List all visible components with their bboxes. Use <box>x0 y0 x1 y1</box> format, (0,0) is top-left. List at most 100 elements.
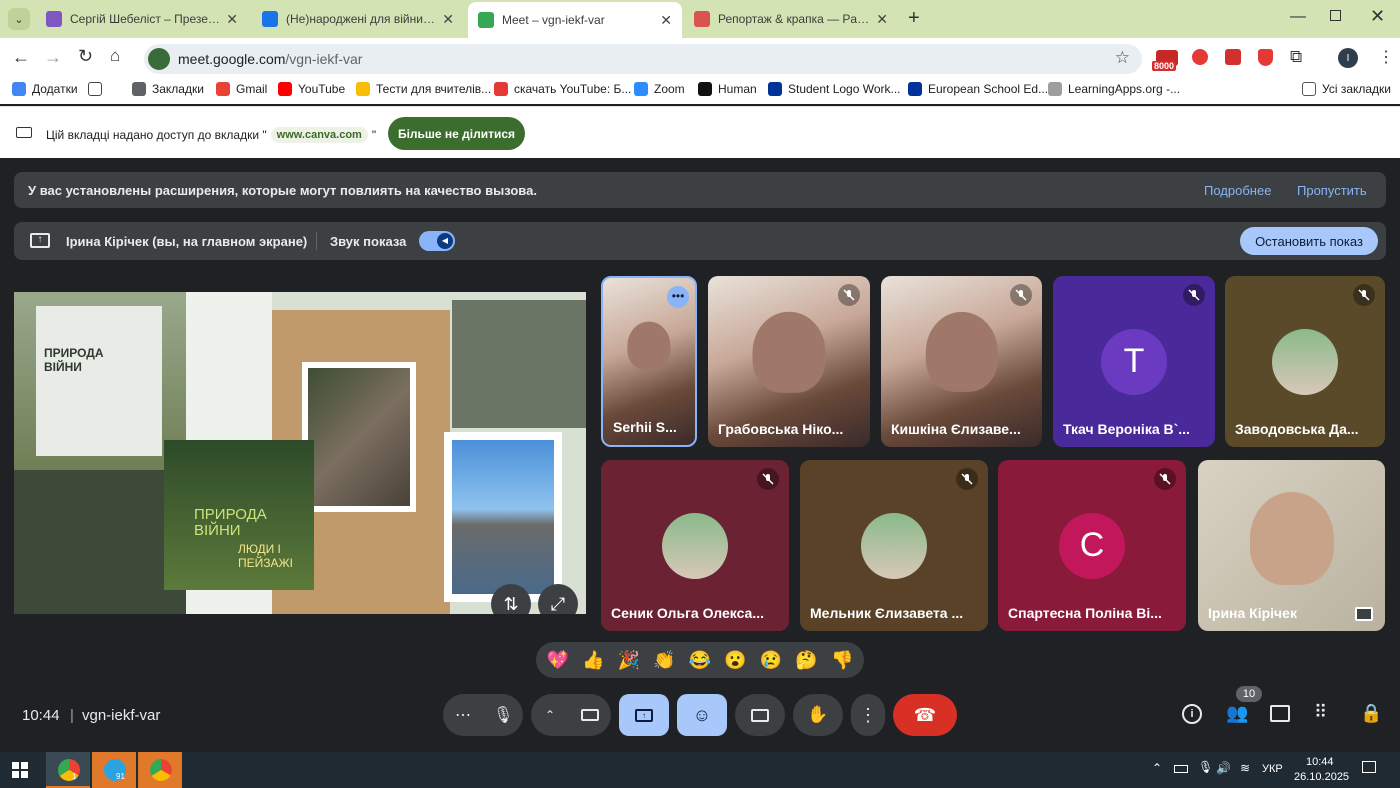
home-icon[interactable]: ⌂ <box>110 46 120 66</box>
participant-tile[interactable]: T Ткач Вероніка В`... <box>1053 276 1215 447</box>
browser-menu-icon[interactable]: ⋮ <box>1378 47 1394 67</box>
address-bar[interactable]: meet.google.com/vgn-iekf-var ☆ <box>144 44 1142 74</box>
adblock-icon[interactable] <box>1192 49 1208 65</box>
taskbar-telegram[interactable]: 91 <box>92 752 136 788</box>
volume-icon[interactable]: 🔊 <box>1216 761 1231 775</box>
bookmark-item[interactable]: Тести для вчителів... <box>356 82 491 96</box>
bookmark-item[interactable]: LearningApps.org -... <box>1048 82 1180 96</box>
bookmark-star-icon[interactable]: ☆ <box>1115 48 1130 68</box>
chat-icon[interactable] <box>1270 705 1290 722</box>
participant-tile[interactable]: Serhii S... ••• <box>601 276 697 447</box>
reaction-emoji[interactable]: 💖 <box>547 650 569 671</box>
bookmark-item[interactable]: скачать YouTube: Б... <box>494 82 631 96</box>
wifi-icon[interactable]: ≋ <box>1240 761 1250 775</box>
bookmark-item[interactable]: Human <box>698 82 757 96</box>
bookmark-favicon-icon <box>278 82 292 96</box>
tab-close-icon[interactable]: ✕ <box>226 11 238 28</box>
participant-tile[interactable]: C Спартесна Поліна Ві... <box>998 460 1186 631</box>
fullscreen-button[interactable]: ⤢ <box>538 584 578 614</box>
raise-hand-button[interactable]: ✋ <box>793 694 843 736</box>
sound-toggle[interactable]: ◀ <box>419 231 455 251</box>
more-options-button[interactable]: ⋮ <box>851 694 885 736</box>
reaction-emoji[interactable]: 🎉 <box>618 650 640 671</box>
tab-2[interactable]: (Не)народжені для війни: у По ✕ <box>252 4 464 34</box>
bookmark-favicon-icon <box>768 82 782 96</box>
clock-date[interactable]: 26.10.2025 <box>1294 771 1349 783</box>
captions-button[interactable] <box>735 694 785 736</box>
clock-time[interactable]: 10:44 <box>1306 756 1334 768</box>
present-button[interactable]: ↑ <box>619 694 669 736</box>
tab-search-button[interactable]: ⌄ <box>8 8 30 30</box>
bookmark-item[interactable]: European School Ed... <box>908 82 1048 96</box>
participant-tile[interactable]: Мельник Єлизавета ... <box>800 460 988 631</box>
telegram-badge: 91 <box>116 772 125 781</box>
people-count-badge: 10 <box>1236 686 1262 702</box>
meet-camera-icon[interactable] <box>148 48 170 70</box>
stop-sharing-button[interactable]: Більше не ділитися <box>388 117 525 150</box>
video-options-icon[interactable]: ⌃ <box>545 708 555 722</box>
leave-call-button[interactable]: ☎ <box>893 694 957 736</box>
language-indicator[interactable]: УКР <box>1262 763 1283 775</box>
stop-presenting-button[interactable]: Остановить показ <box>1240 227 1378 255</box>
apps-grid-icon[interactable] <box>88 82 108 96</box>
bookmark-favicon-icon <box>908 82 922 96</box>
battery-icon[interactable] <box>1174 765 1188 773</box>
reaction-emoji[interactable]: 😂 <box>689 650 711 671</box>
dismiss-link[interactable]: Пропустить <box>1297 183 1367 198</box>
profile-avatar[interactable]: I <box>1338 48 1358 68</box>
reaction-emoji[interactable]: 👍 <box>582 650 604 671</box>
reaction-emoji[interactable]: 😮 <box>724 650 746 671</box>
more-options-icon[interactable]: ••• <box>667 286 689 308</box>
tab-4[interactable]: Репортаж & крапка — Page 4 ✕ <box>684 4 898 34</box>
activities-icon[interactable]: ⠿ <box>1314 702 1327 723</box>
bookmark-item[interactable]: Закладки <box>132 82 204 96</box>
bookmark-item[interactable]: Student Logo Work... <box>768 82 901 96</box>
minimize-button[interactable]: — <box>1290 8 1306 26</box>
reaction-emoji[interactable]: 👏 <box>653 650 675 671</box>
reaction-emoji[interactable]: 😢 <box>760 650 782 671</box>
all-bookmarks[interactable]: Усі закладки <box>1302 82 1391 96</box>
bookmark-item[interactable]: Додатки <box>12 82 78 96</box>
learn-more-link[interactable]: Подробнее <box>1204 183 1271 198</box>
participant-tile[interactable]: Сеник Ольга Олекса... <box>601 460 789 631</box>
taskbar-chrome-2[interactable] <box>138 752 182 788</box>
host-controls-icon[interactable]: 🔒 <box>1360 703 1382 724</box>
back-button[interactable]: ← <box>12 47 30 68</box>
tab-close-icon[interactable]: ✕ <box>876 11 888 28</box>
people-icon[interactable]: 👥 <box>1226 703 1248 724</box>
mic-icon[interactable]: 🎙 <box>493 705 513 725</box>
forward-button[interactable]: → <box>44 47 62 68</box>
restore-button[interactable] <box>1330 10 1341 21</box>
participant-tile[interactable]: Заводовська Да... <box>1225 276 1385 447</box>
more-audio-icon[interactable]: ⋯ <box>455 705 471 725</box>
pip-icon[interactable] <box>1355 607 1373 621</box>
notifications-icon[interactable] <box>1362 761 1376 773</box>
reload-button[interactable]: ↻ <box>78 46 93 67</box>
info-icon[interactable]: i <box>1182 704 1202 724</box>
reaction-emoji[interactable]: 🤔 <box>795 650 817 671</box>
tab-1[interactable]: Сергій Шебеліст – Презентація ✕ <box>36 4 248 34</box>
bookmark-item[interactable]: Zoom <box>634 82 685 96</box>
poster-title-2: ВІЙНИ <box>44 360 82 374</box>
new-tab-button[interactable]: + <box>908 7 920 30</box>
bookmark-item[interactable]: Gmail <box>216 82 267 96</box>
tab-close-icon[interactable]: ✕ <box>442 11 454 28</box>
participant-tile[interactable]: Ірина Кірічек <box>1198 460 1385 631</box>
emoji-button[interactable]: ☺ <box>677 694 727 736</box>
video-ext-icon[interactable] <box>1225 49 1241 65</box>
mic-tray-icon[interactable]: 🎙 <box>1198 760 1213 774</box>
tab-close-icon[interactable]: ✕ <box>660 12 672 29</box>
extensions-puzzle-icon[interactable]: ⧉ <box>1290 47 1302 67</box>
participant-tile[interactable]: Кишкіна Єлизаве... <box>881 276 1042 447</box>
bookmark-item[interactable]: YouTube <box>278 82 345 96</box>
start-button[interactable] <box>12 762 28 778</box>
shield-ext-icon[interactable] <box>1258 49 1273 66</box>
tray-chevron-icon[interactable]: ⌃ <box>1152 761 1162 775</box>
reaction-emoji[interactable]: 👎 <box>831 650 853 671</box>
bookmark-favicon-icon <box>698 82 712 96</box>
close-window-button[interactable]: ✕ <box>1370 6 1385 27</box>
tab-3[interactable]: Meet – vgn-iekf-var ✕ <box>468 2 682 38</box>
taskbar-chrome[interactable]: 1 <box>46 752 90 788</box>
camera-icon[interactable] <box>581 709 599 721</box>
participant-tile[interactable]: Грабовська Ніко... <box>708 276 870 447</box>
